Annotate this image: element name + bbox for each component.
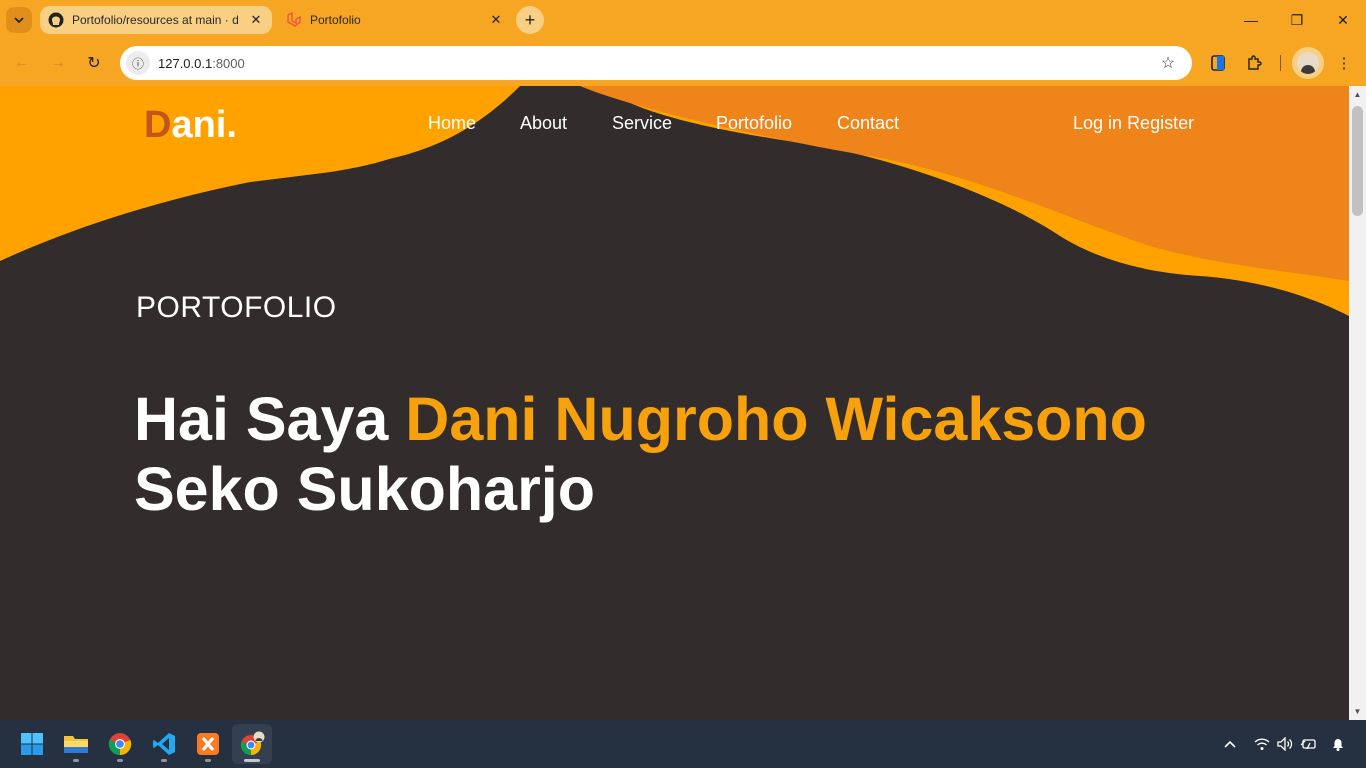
windows-start-icon: [21, 733, 43, 755]
arrow-right-icon: →: [50, 54, 66, 71]
browser-toolbar: ← → ↻ ⓘ 127.0.0.1:8000 ☆ ⋮: [0, 40, 1366, 86]
avatar: [1297, 52, 1319, 74]
chrome-icon: [108, 733, 132, 756]
taskbar-chrome[interactable]: [100, 724, 140, 764]
chevron-up-icon[interactable]: [1220, 734, 1240, 754]
toolbar-divider: [1280, 55, 1281, 71]
scroll-down-icon[interactable]: ▼: [1349, 703, 1366, 720]
arrow-left-icon: ←: [14, 54, 30, 71]
headline-suffix: Seko Sukoharjo: [134, 455, 596, 523]
close-window-button[interactable]: ✕: [1320, 8, 1366, 32]
battery-icon[interactable]: [1298, 734, 1320, 754]
page-scrollbar[interactable]: ▲ ▼: [1349, 86, 1366, 720]
reload-button[interactable]: ↻: [82, 51, 106, 75]
reload-icon: ↻: [87, 55, 101, 72]
wifi-icon[interactable]: [1252, 734, 1272, 754]
login-link[interactable]: Log in: [1073, 113, 1122, 133]
nav-service[interactable]: Service: [612, 113, 672, 134]
volume-icon[interactable]: [1275, 734, 1295, 754]
close-tab-icon[interactable]: ✕: [248, 12, 264, 28]
taskbar-vscode[interactable]: [144, 724, 184, 764]
nav-contact[interactable]: Contact: [837, 113, 899, 134]
tab-title: Portofolio: [310, 13, 361, 27]
reading-mode-icon[interactable]: [1206, 51, 1230, 75]
bookmark-star-icon[interactable]: ☆: [1156, 51, 1180, 75]
register-link[interactable]: Register: [1127, 113, 1194, 133]
logo-rest: ani.: [171, 104, 237, 146]
auth-links: Log in Register: [1073, 113, 1194, 134]
vscode-icon: [153, 733, 175, 755]
back-button[interactable]: ←: [10, 51, 34, 75]
nav-about[interactable]: About: [520, 113, 567, 134]
browser-chrome: Portofolio/resources at main · d ✕ Porto…: [0, 0, 1366, 86]
nav-home[interactable]: Home: [428, 113, 476, 134]
url-text[interactable]: 127.0.0.1:8000: [158, 56, 1156, 71]
restore-button[interactable]: ❐: [1274, 8, 1320, 32]
minimize-icon: —: [1244, 12, 1258, 28]
headline-name: Dani Nugroho Wicaksono: [405, 385, 1147, 453]
more-menu-icon[interactable]: ⋮: [1332, 51, 1356, 75]
windows-taskbar: [0, 720, 1366, 768]
restore-icon: ❐: [1290, 11, 1304, 28]
file-explorer-icon: [64, 736, 88, 753]
tab-title: Portofolio/resources at main · d: [72, 13, 239, 27]
nav-portofolio[interactable]: Portofolio: [716, 113, 792, 134]
new-tab-button[interactable]: +: [516, 6, 544, 34]
site-info-icon[interactable]: ⓘ: [126, 51, 150, 75]
headline-prefix: Hai Saya: [134, 385, 406, 453]
taskbar-file-explorer[interactable]: [56, 724, 96, 764]
section-eyebrow: PORTOFOLIO: [136, 291, 337, 324]
xampp-icon: [197, 733, 219, 755]
url-port: :8000: [212, 55, 245, 71]
logo-initial: D: [144, 104, 172, 146]
scroll-up-icon[interactable]: ▲: [1349, 86, 1366, 103]
chrome-profile-icon: [240, 731, 265, 756]
forward-button[interactable]: →: [46, 51, 70, 75]
notification-bell-icon[interactable]: [1328, 734, 1348, 754]
plus-icon: +: [524, 9, 536, 30]
page-viewport: Dani. Home About Service Portofolio Cont…: [0, 86, 1349, 720]
minimize-button[interactable]: —: [1228, 8, 1274, 32]
github-icon: [48, 12, 64, 28]
url-host: 127.0.0.1: [158, 55, 213, 71]
taskbar-xampp[interactable]: [188, 724, 228, 764]
tab-bar: Portofolio/resources at main · d ✕ Porto…: [0, 0, 1366, 40]
profile-button[interactable]: [1292, 47, 1324, 79]
hero-headline: Hai Saya Dani Nugroho Wicaksono Seko Suko…: [134, 384, 1284, 524]
address-bar[interactable]: ⓘ 127.0.0.1:8000 ☆: [120, 46, 1192, 80]
tab-portofolio[interactable]: Portofolio ✕: [278, 6, 512, 34]
chevron-down-icon: [14, 17, 24, 24]
start-button[interactable]: [12, 724, 52, 764]
scrollbar-thumb[interactable]: [1352, 106, 1363, 216]
extensions-icon[interactable]: [1242, 51, 1266, 75]
tab-search-button[interactable]: [6, 7, 32, 33]
close-tab-icon[interactable]: ✕: [488, 12, 504, 28]
site-logo[interactable]: Dani.: [144, 104, 237, 147]
close-icon: ✕: [1337, 11, 1349, 28]
tab-github[interactable]: Portofolio/resources at main · d ✕: [40, 6, 272, 34]
laravel-icon: [286, 12, 302, 28]
taskbar-chrome-profile[interactable]: [232, 724, 272, 764]
